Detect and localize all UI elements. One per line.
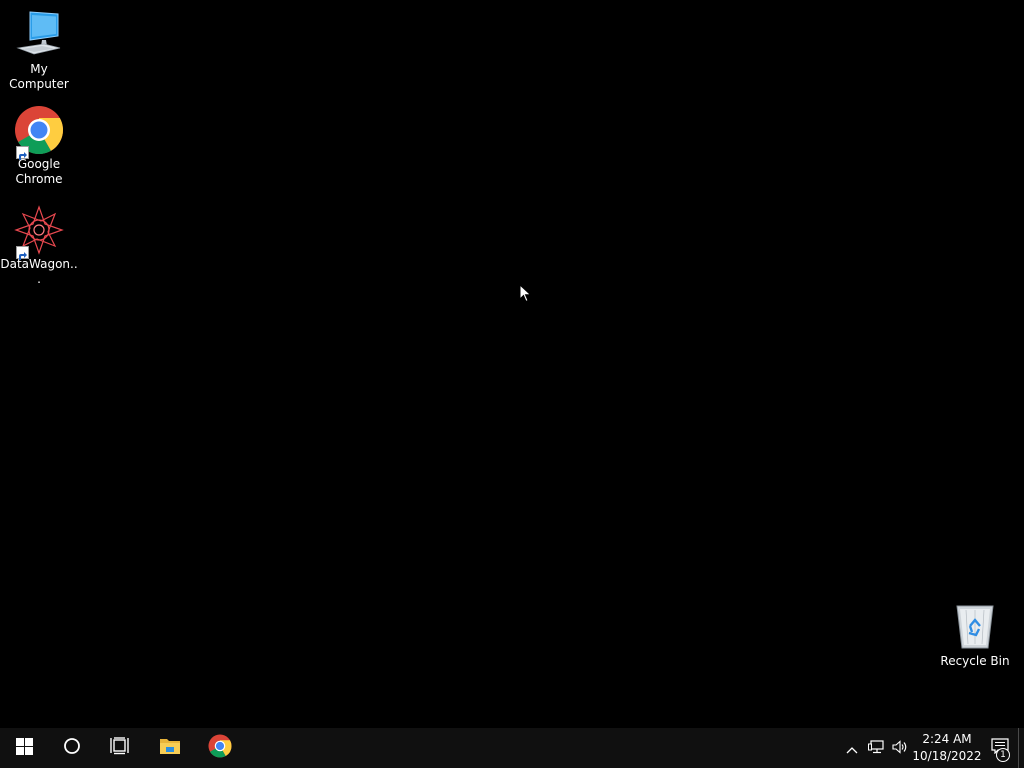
mouse-cursor-icon [519,283,533,304]
system-tray: 2:24 AM 10/18/2022 1 [840,728,1024,768]
network-button[interactable] [864,728,888,768]
task-view-button[interactable] [96,728,144,768]
desktop-icon-label: DataWagon... [0,257,78,286]
cortana-search-icon [63,737,81,759]
desktop-icon-recycle-bin[interactable]: Recycle Bin [936,602,1014,669]
volume-button[interactable] [888,728,912,768]
cortana-search-button[interactable] [48,728,96,768]
volume-icon [892,739,908,758]
taskbar: 2:24 AM 10/18/2022 1 [0,728,1024,768]
datawagon-icon [14,205,64,260]
windows-start-icon [15,737,33,759]
desktop-icon-my-computer[interactable]: My Computer [0,10,78,92]
clock-date: 10/18/2022 [912,749,982,763]
desktop-icon-label: Google Chrome [15,157,63,186]
shortcut-arrow-icon [16,146,29,160]
desktop-icon-label: My Computer [9,62,69,91]
taskbar-clock[interactable]: 2:24 AM 10/18/2022 [912,728,982,768]
taskbar-chrome-button[interactable] [196,728,244,768]
action-center-button[interactable]: 1 [982,728,1018,768]
show-desktop-button[interactable] [1018,728,1024,768]
clock-time: 2:24 AM [922,732,972,746]
task-view-icon [110,737,130,759]
computer-icon [14,10,64,60]
chrome-icon [14,105,64,160]
recycle-bin-icon [950,602,1000,652]
show-hidden-icons-button[interactable] [840,728,864,768]
taskbar-file-explorer-button[interactable] [146,728,194,768]
notification-count-badge: 1 [996,748,1010,762]
start-button[interactable] [0,728,48,768]
desktop-icon-google-chrome[interactable]: Google Chrome [0,105,78,187]
chevron-up-icon [846,739,858,758]
desktop-icon-label: Recycle Bin [940,654,1010,668]
desktop[interactable]: My Computer Google Chrome DataWagon... R… [0,0,1024,728]
shortcut-arrow-icon [16,246,29,260]
desktop-icon-datawagon[interactable]: DataWagon... [0,205,78,287]
network-icon [868,739,884,758]
file-explorer-icon [159,736,181,760]
chrome-icon [208,734,232,762]
